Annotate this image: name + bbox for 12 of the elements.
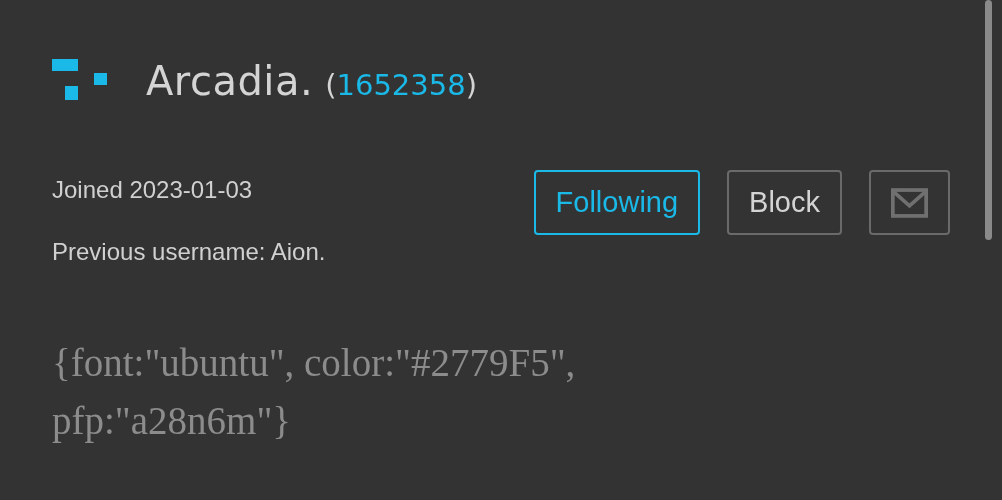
bracket: ) [465, 68, 477, 102]
bracket: ( [325, 68, 337, 102]
mail-icon [891, 186, 928, 219]
bio-text: {font:"ubuntu", color:"#2779F5", pfp:"a28n6m"} [52, 340, 577, 445]
block-button[interactable]: Block [727, 170, 842, 235]
user-id: 1652358 [336, 68, 466, 102]
logo-icon [52, 59, 108, 103]
message-button[interactable] [869, 170, 950, 235]
follow-button[interactable]: Following [533, 170, 701, 235]
joined-date: Joined 2023-01-03 [52, 176, 254, 204]
username: Arcadia. [146, 58, 314, 104]
previous-username: Previous username: Aion. [52, 238, 326, 266]
